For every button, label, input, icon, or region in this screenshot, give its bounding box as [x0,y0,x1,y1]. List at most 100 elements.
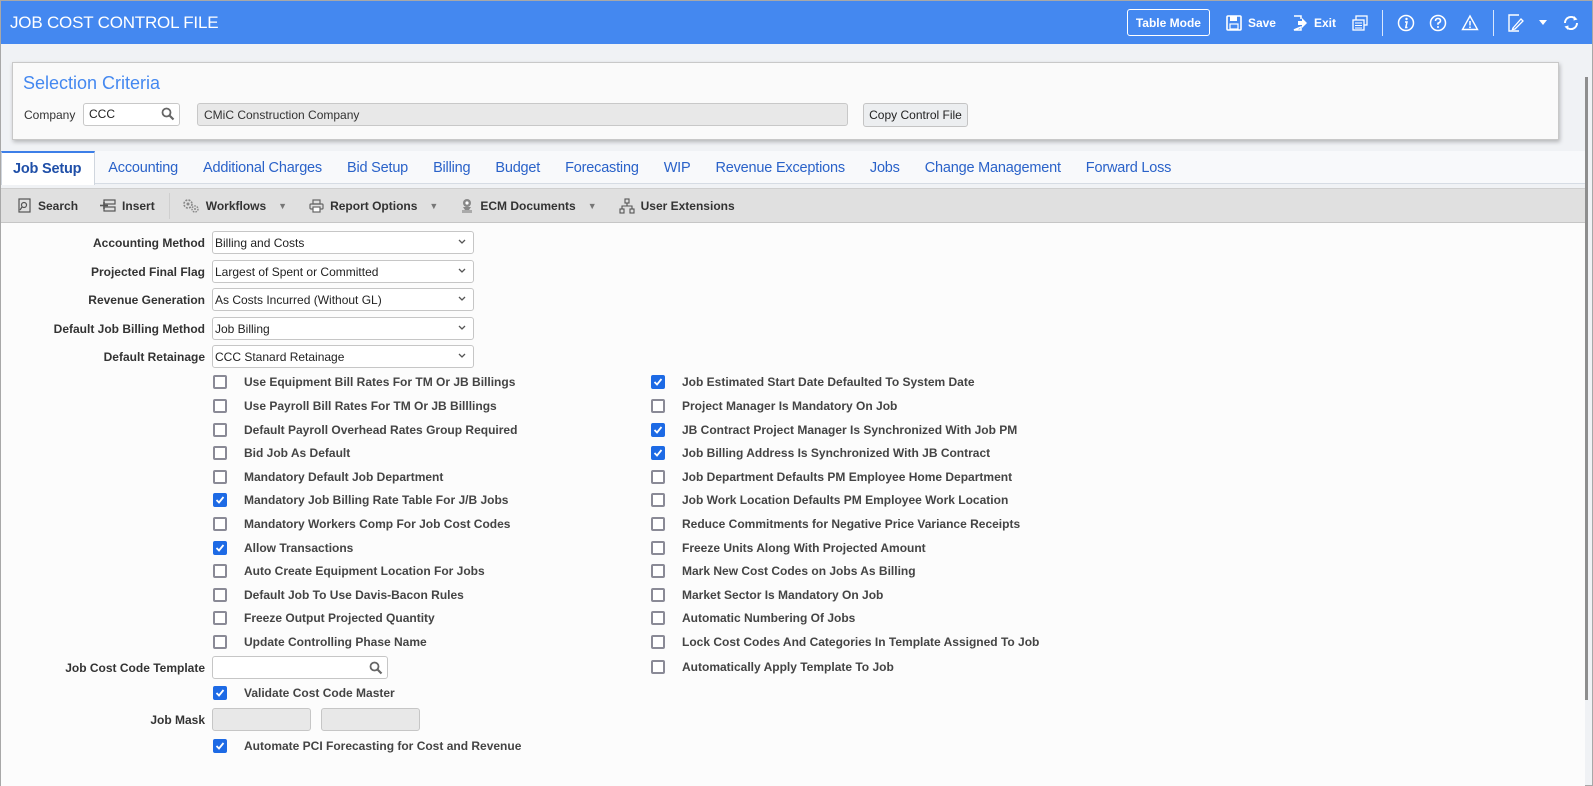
accounting-method-select[interactable]: Billing and Costs [212,231,474,254]
checkbox-default-job-to-use-davis-bacon-rules[interactable] [213,588,227,602]
tab-bar: Job Setup Accounting Additional Charges … [1,151,1585,185]
default-job-billing-method-select[interactable]: Job Billing [212,317,474,340]
checkbox-row-job-department-defaults-pm-employee-home-department: Job Department Defaults PM Employee Home… [651,470,1012,484]
checkbox-jb-contract-project-manager-is-synchronized-with-job-pm[interactable] [651,423,665,437]
checkbox-row-automatic-numbering-of-jobs: Automatic Numbering Of Jobs [651,611,855,625]
checkbox-row-mandatory-job-billing-rate-table-for-j-b-jobs: Mandatory Job Billing Rate Table For J/B… [213,493,508,507]
checkbox-market-sector-is-mandatory-on-job[interactable] [651,588,665,602]
checkbox-label: Job Department Defaults PM Employee Home… [682,470,1013,484]
warning-button[interactable] [1461,14,1479,32]
tab-billing[interactable]: Billing [421,151,482,184]
chevron-down-icon [458,268,466,273]
checkbox-use-payroll-bill-rates-for-tm-or-jb-billlings[interactable] [213,399,227,413]
search-icon[interactable] [161,107,175,124]
insert-button[interactable]: Insert [100,199,155,213]
checkbox-row-market-sector-is-mandatory-on-job: Market Sector Is Mandatory On Job [651,588,883,602]
tab-job-setup[interactable]: Job Setup [1,151,96,185]
report-options-label: Report Options [330,198,418,213]
tab-forward-loss[interactable]: Forward Loss [1074,151,1183,184]
dropdown-caret-icon [1539,19,1547,25]
tab-forecasting[interactable]: Forecasting [553,151,651,184]
checkbox-label: Default Job To Use Davis-Bacon Rules [244,588,464,602]
checkbox-automatically-apply-template-to-job[interactable] [651,660,665,674]
options-dropdown[interactable] [1538,19,1548,27]
tab-budget[interactable]: Budget [483,151,552,184]
job-mask-label: Job Mask [150,713,205,727]
automate-pci-checkbox[interactable] [213,739,227,753]
job-cost-code-template-input[interactable] [212,656,388,679]
info-button[interactable] [1397,14,1415,32]
search-icon[interactable] [369,661,383,680]
tab-wip[interactable]: WIP [652,151,703,184]
exit-icon [1293,14,1307,31]
checkbox-row-auto-create-equipment-location-for-jobs: Auto Create Equipment Location For Jobs [213,564,485,578]
checkbox-row-use-equipment-bill-rates-for-tm-or-jb-billings: Use Equipment Bill Rates For TM Or JB Bi… [213,375,515,389]
help-button[interactable] [1429,14,1447,32]
job-mask-input-2[interactable] [321,708,420,731]
refresh-button[interactable] [1562,14,1580,32]
tab-additional-charges[interactable]: Additional Charges [191,151,334,184]
company-input[interactable]: CCC [83,103,180,126]
checkbox-job-work-location-defaults-pm-employee-work-location[interactable] [651,493,665,507]
checkbox-mandatory-job-billing-rate-table-for-j-b-jobs[interactable] [213,493,227,507]
checkbox-job-estimated-start-date-defaulted-to-system-date[interactable] [651,375,665,389]
tab-jobs[interactable]: Jobs [858,151,912,184]
projected-final-flag-select[interactable]: Largest of Spent or Committed [212,260,474,283]
checkbox-freeze-output-projected-quantity[interactable] [213,611,227,625]
checkbox-job-billing-address-is-synchronized-with-jb-contract[interactable] [651,446,665,460]
tab-accounting[interactable]: Accounting [96,151,190,184]
validate-cost-code-master-checkbox[interactable] [213,686,227,700]
checkbox-mark-new-cost-codes-on-jobs-as-billing[interactable] [651,564,665,578]
refresh-icon [1563,15,1579,30]
save-button[interactable]: Save [1226,14,1276,31]
checkbox-row-lock-cost-codes-and-categories-in-template-assigned-to-job: Lock Cost Codes And Categories In Templa… [651,635,1039,649]
checkbox-row-project-manager-is-mandatory-on-job: Project Manager Is Mandatory On Job [651,399,897,413]
checkbox-lock-cost-codes-and-categories-in-template-assigned-to-job[interactable] [651,635,665,649]
checkbox-auto-create-equipment-location-for-jobs[interactable] [213,564,227,578]
checkbox-use-equipment-bill-rates-for-tm-or-jb-billings[interactable] [213,375,227,389]
default-retainage-select[interactable]: CCC Stanard Retainage [212,345,474,368]
report-options-dropdown-caret-icon[interactable]: ▼ [429,201,438,211]
exit-button[interactable]: Exit [1292,14,1336,31]
checkbox-default-payroll-overhead-rates-group-required[interactable] [213,423,227,437]
workflows-button[interactable]: Workflows [182,198,266,214]
ecm-documents-icon [462,198,473,213]
report-options-button[interactable]: Report Options [309,199,417,213]
warning-icon [1461,14,1479,30]
checkbox-row-freeze-output-projected-quantity: Freeze Output Projected Quantity [213,611,435,625]
checkbox-reduce-commitments-for-negative-price-variance-receipts[interactable] [651,517,665,531]
tab-bid-setup[interactable]: Bid Setup [335,151,420,184]
job-cost-code-template-label: Job Cost Code Template [65,661,205,675]
search-button[interactable]: Search [18,198,78,213]
checkbox-allow-transactions[interactable] [213,541,227,555]
checkbox-project-manager-is-mandatory-on-job[interactable] [651,399,665,413]
print-button[interactable] [1352,14,1368,31]
checkbox-row-use-payroll-bill-rates-for-tm-or-jb-billlings: Use Payroll Bill Rates For TM Or JB Bill… [213,399,497,413]
revenue-generation-select[interactable]: As Costs Incurred (Without GL) [212,288,474,311]
checkbox-job-department-defaults-pm-employee-home-department[interactable] [651,470,665,484]
checkbox-update-controlling-phase-name[interactable] [213,635,227,649]
job-mask-input-1[interactable] [212,708,311,731]
automate-pci-label: Automate PCI Forecasting for Cost and Re… [244,739,522,753]
insert-icon [100,198,116,212]
checkbox-mandatory-default-job-department[interactable] [213,470,227,484]
checkbox-bid-job-as-default[interactable] [213,446,227,460]
user-extensions-button[interactable]: User Extensions [619,197,735,214]
accounting-method-value: Billing and Costs [215,236,305,250]
projected-final-flag-label: Projected Final Flag [90,265,205,279]
table-mode-button[interactable]: Table Mode [1126,9,1210,36]
tab-change-management[interactable]: Change Management [913,151,1073,184]
chevron-down-icon [458,325,466,330]
edit-note-button[interactable] [1508,13,1524,32]
checkbox-freeze-units-along-with-projected-amount[interactable] [651,541,665,555]
automate-pci-row: Automate PCI Forecasting for Cost and Re… [213,739,521,753]
ecm-documents-button[interactable]: ECM Documents [460,198,576,214]
checkbox-automatic-numbering-of-jobs[interactable] [651,611,665,625]
revenue-generation-label: Revenue Generation [88,293,205,307]
copy-control-file-button[interactable]: Copy Control File [863,103,968,127]
tab-revenue-exceptions[interactable]: Revenue Exceptions [703,151,856,184]
ecm-documents-dropdown-caret-icon[interactable]: ▼ [588,201,597,211]
checkbox-mandatory-workers-comp-for-job-cost-codes[interactable] [213,517,227,531]
workflows-dropdown-caret-icon[interactable]: ▼ [278,201,287,211]
vertical-scrollbar[interactable] [1585,77,1588,700]
